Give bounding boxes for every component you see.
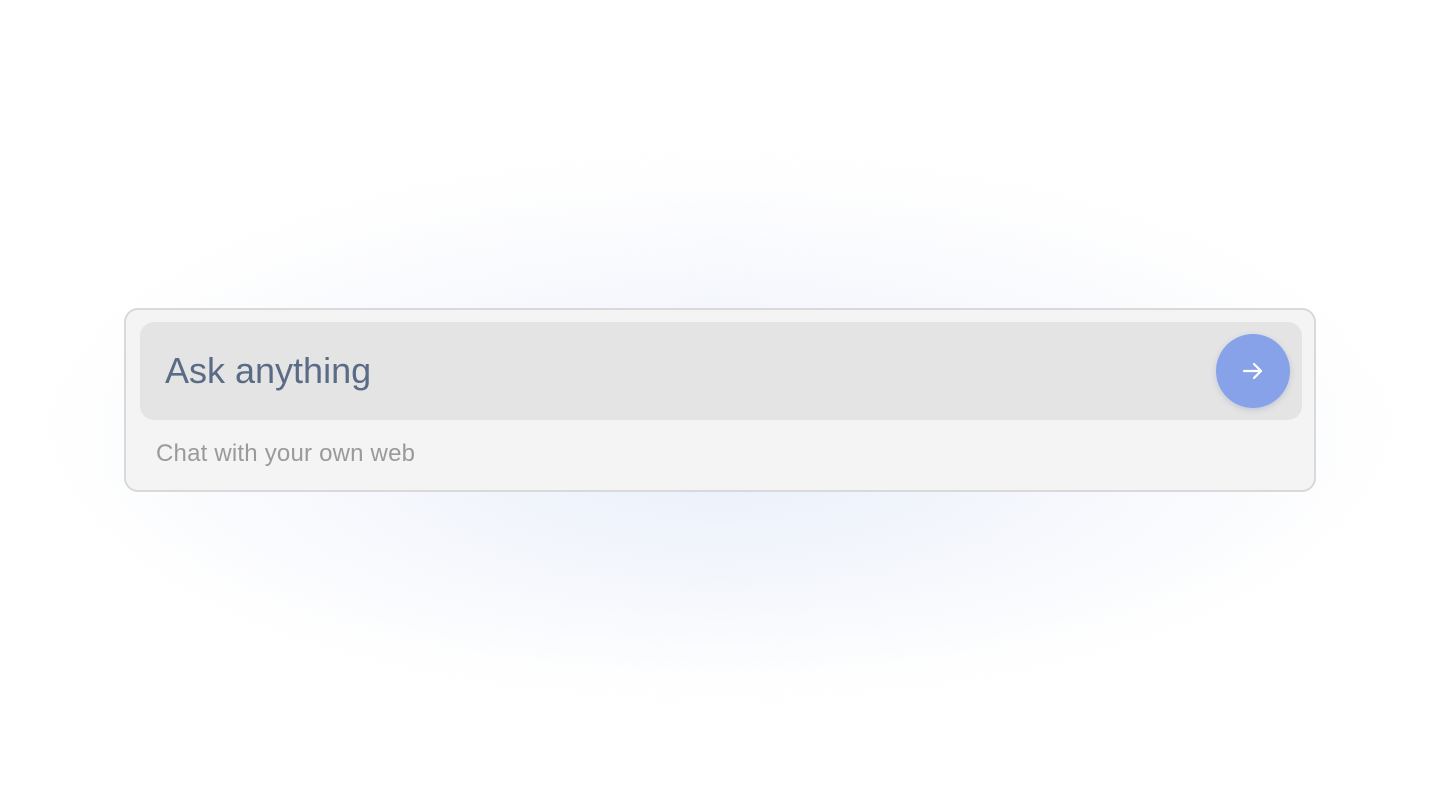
input-row [140, 322, 1302, 420]
ask-input[interactable] [140, 322, 1200, 420]
composer-caption: Chat with your own web [156, 440, 416, 467]
chat-composer: Chat with your own web [124, 308, 1316, 492]
page: Chat with your own web [0, 0, 1440, 800]
send-button[interactable] [1216, 334, 1290, 408]
arrow-right-icon [1242, 362, 1263, 380]
